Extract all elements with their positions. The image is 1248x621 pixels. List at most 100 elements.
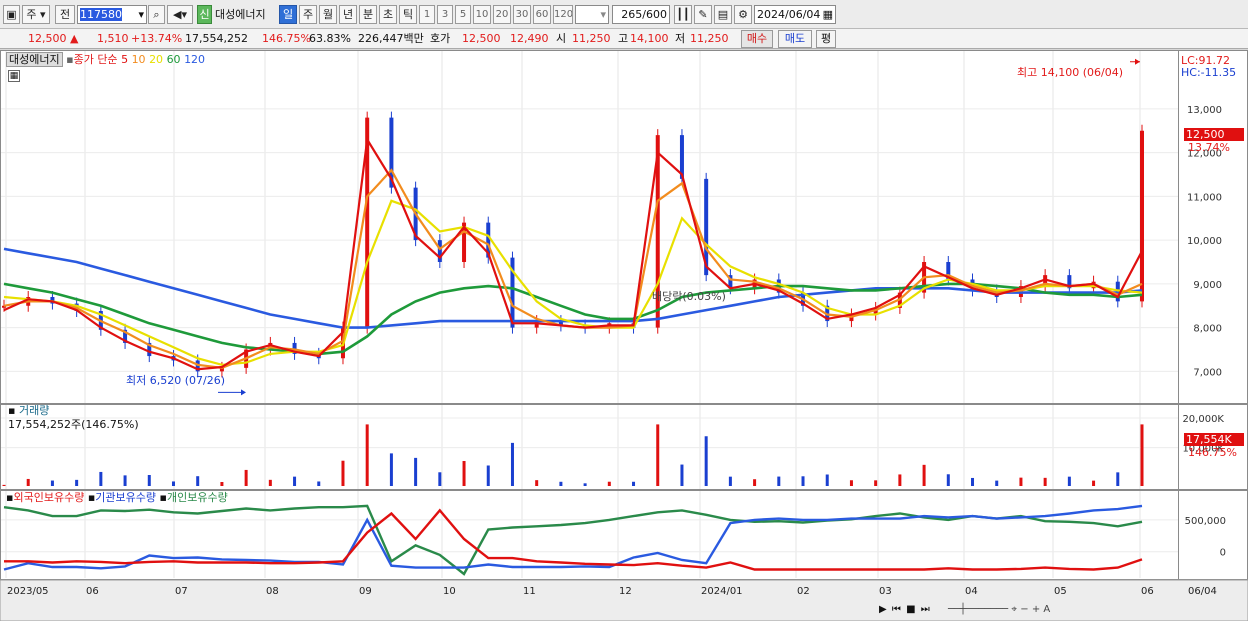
zoom-in-icon[interactable]: + — [1032, 604, 1040, 615]
x-axis-label: 06 — [1141, 586, 1154, 597]
gear-icon[interactable]: ⚙ — [734, 5, 752, 24]
volume-bar — [438, 472, 442, 486]
tab-year[interactable]: 년 — [339, 5, 357, 24]
x-axis-label: 02 — [797, 586, 810, 597]
volume-bar — [123, 475, 127, 486]
volume-bar — [971, 477, 975, 486]
volume-tag: 17,554K — [1184, 433, 1244, 446]
price-value: 12,500 — [28, 32, 67, 45]
interval-30[interactable]: 30 — [513, 5, 531, 24]
save-icon[interactable]: ▤ — [714, 5, 732, 24]
volume-pct-tag: 146.75% — [1188, 446, 1237, 459]
top-toolbar: ▣ 주 ▾ 전 117580 ▾ ⌕ ◀▾ 신 대성에너지 일 주 월 년 분 초… — [0, 0, 1248, 29]
legend-individual[interactable]: 개인보유수량 — [167, 491, 228, 504]
price-pct-tag: 13.74% — [1188, 141, 1230, 154]
chart-background — [0, 50, 1248, 621]
volume-bar — [99, 471, 103, 486]
tab-day[interactable]: 일 — [279, 5, 297, 24]
interval-1[interactable]: 1 — [419, 5, 435, 24]
hoga-label: 호가 — [430, 32, 451, 45]
up-arrow-icon: ▲ — [70, 32, 79, 45]
tab-second[interactable]: 초 — [379, 5, 397, 24]
holdings-legend-dot-3: ▪ — [159, 491, 167, 504]
ask-price: 12,500 — [462, 32, 501, 45]
stock-code-value: 117580 — [80, 8, 122, 21]
volume-bar — [922, 464, 926, 486]
legend-ma-60[interactable]: 60 — [167, 53, 181, 66]
legend-ma-10[interactable]: 10 — [132, 53, 146, 66]
draw-tool-icon[interactable]: ✎ — [694, 5, 712, 24]
volume-bar — [293, 476, 297, 486]
candle-type-icon[interactable]: ┃┃ — [674, 5, 692, 24]
legend-stock-name[interactable]: 대성에너지 — [6, 52, 63, 67]
interval-120[interactable]: 120 — [553, 5, 573, 24]
price-tag: 12,500 — [1184, 128, 1244, 141]
buy-button[interactable]: 매수 — [741, 30, 773, 48]
zoom-out-icon[interactable]: − — [1020, 604, 1028, 615]
hc-value: HC:-11.35 — [1181, 66, 1237, 79]
volume-bar — [486, 465, 490, 486]
high-value: 14,100 — [630, 32, 669, 45]
interval-10[interactable]: 10 — [473, 5, 491, 24]
window-menu-icon[interactable]: ▣ — [3, 5, 20, 24]
forward-icon[interactable]: ⏭ — [921, 604, 931, 615]
market-select[interactable]: 전 — [55, 5, 75, 24]
volume-bar — [898, 474, 902, 486]
stock-code-input[interactable]: 117580 ▾ — [77, 5, 147, 24]
volume-bar — [535, 480, 539, 486]
interval-20[interactable]: 20 — [493, 5, 511, 24]
x-axis-label: 06 — [86, 586, 99, 597]
volume-bar — [946, 474, 950, 486]
chevron-down-icon[interactable]: ▾ — [138, 6, 144, 23]
interval-60[interactable]: 60 — [533, 5, 551, 24]
x-axis-label: 09 — [359, 586, 372, 597]
volume-bar — [147, 474, 151, 486]
x-axis-label: 03 — [879, 586, 892, 597]
avg-button[interactable]: 평 — [816, 30, 836, 48]
volume-bar — [704, 436, 708, 486]
credit-badge: 신 — [197, 5, 212, 24]
data-count-value: 265 — [621, 8, 643, 21]
stock-chart[interactable]: 2023/05 06 07 08 09 10 11 12 2024/01 02 03 04 05 06 06… — [0, 50, 1248, 621]
tab-tick[interactable]: 틱 — [399, 5, 417, 24]
volume-bar — [389, 453, 393, 486]
interval-5[interactable]: 5 — [455, 5, 471, 24]
legend-foreign[interactable]: 외국인보유수량 — [13, 491, 84, 504]
stock-type-select[interactable]: 주 ▾ — [22, 5, 50, 24]
sound-icon[interactable]: ◀▾ — [167, 5, 193, 24]
custom-interval-input[interactable]: ▾ — [575, 5, 609, 24]
chevron-down-icon[interactable]: ▾ — [600, 6, 606, 23]
high-label: 고 — [618, 32, 629, 45]
sell-button[interactable]: 매도 — [778, 30, 812, 48]
search-icon[interactable]: ⌕ — [148, 5, 165, 24]
legend-ma-title: 종가 단순 — [73, 53, 118, 66]
play-icon[interactable]: ▶ — [879, 604, 888, 615]
interval-3[interactable]: 3 — [437, 5, 453, 24]
stop-icon[interactable]: ■ — [906, 604, 916, 615]
chart-legend: 대성에너지 ▪종가 단순 5 10 20 60 120 — [6, 52, 205, 67]
open-label: 시 — [556, 32, 567, 45]
legend-ma-20[interactable]: 20 — [149, 53, 163, 66]
scroll-controls: ▶ ⏮ ■ ⏭ — [879, 603, 931, 616]
tab-month[interactable]: 월 — [319, 5, 337, 24]
text-size-icon[interactable]: A — [1043, 604, 1050, 615]
volume-bar — [995, 480, 999, 486]
low-value: 11,250 — [690, 32, 729, 45]
tab-minute[interactable]: 분 — [359, 5, 377, 24]
crosshair-icon[interactable]: ⌖ — [1011, 604, 1017, 615]
calendar-icon[interactable]: ▦ — [823, 6, 833, 23]
volume-bar — [2, 484, 6, 486]
legend-ma-120[interactable]: 120 — [184, 53, 205, 66]
volume-bar — [607, 481, 611, 486]
date-input[interactable]: 2024/06/04 ▦ — [754, 5, 836, 24]
tab-week[interactable]: 주 — [299, 5, 317, 24]
legend-institution[interactable]: 기관보유수량 — [95, 491, 156, 504]
data-count-input[interactable]: 265/600 — [612, 5, 670, 24]
rewind-icon[interactable]: ⏮ — [892, 604, 902, 615]
volume-bar — [1043, 477, 1047, 486]
volume-bar — [462, 461, 466, 486]
legend-ma-5[interactable]: 5 — [121, 53, 128, 66]
zoom-slider[interactable]: ──┼─────── — [948, 604, 1008, 615]
table-toggle-icon[interactable]: ▦ — [8, 70, 20, 82]
price-tick-label: 9,000 — [1193, 280, 1222, 291]
